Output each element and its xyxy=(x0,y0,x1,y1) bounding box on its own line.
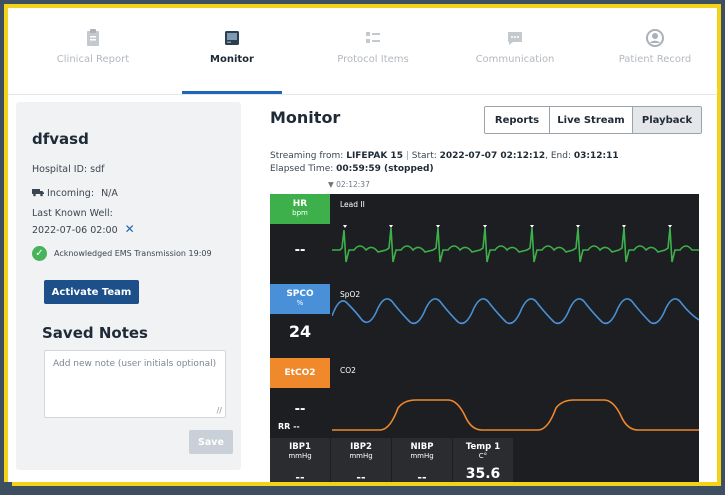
hr-name: HR xyxy=(292,199,308,209)
spco-value: 24 xyxy=(288,321,312,341)
patient-name: dfvasd xyxy=(32,130,89,148)
spo2-waveform xyxy=(332,298,699,325)
last-known-well-label: Last Known Well: xyxy=(32,208,113,219)
start-label: Start: xyxy=(411,151,437,161)
elapsed-time: 00:59:59 (stopped) xyxy=(336,164,434,174)
ibp2-unit: mmHg xyxy=(349,452,373,460)
tab-label: Protocol Items xyxy=(337,54,409,65)
hr-label: HR bpm xyxy=(270,194,330,224)
spco-name: SPCO xyxy=(286,289,314,299)
hr-value: -- xyxy=(294,242,306,258)
clipboard-icon xyxy=(87,29,99,46)
tab-monitor[interactable]: Monitor xyxy=(174,8,290,94)
monitor-display: HR bpm -- Lead II SPCO % 24 SpO2 EtCO2 -… xyxy=(270,194,699,482)
tab-protocol-items[interactable]: Protocol Items xyxy=(318,8,428,94)
playback-button[interactable]: Playback xyxy=(633,107,701,133)
notes-input[interactable]: Add new note (user initials optional) // xyxy=(44,350,226,418)
temp-label: Temp 1 xyxy=(465,442,501,452)
tab-label: Monitor xyxy=(210,54,254,65)
stream-info: Streaming from: LIFEPAK 15 | Start: 2022… xyxy=(270,151,619,174)
ambulance-icon xyxy=(32,189,44,197)
rr-value: RR -- xyxy=(278,422,300,431)
beat-markers xyxy=(343,225,672,228)
etco2-label: EtCO2 xyxy=(270,358,330,388)
ibp2-label: IBP2 xyxy=(350,442,372,452)
resize-handle-icon[interactable]: // xyxy=(217,406,222,415)
parameter-row: IBP1 mmHg -- IBP2 mmHg -- NIBP mmHg -- T… xyxy=(270,438,514,482)
live-stream-button[interactable]: Live Stream xyxy=(550,107,633,133)
saved-notes-title: Saved Notes xyxy=(42,324,148,342)
user-circle-icon xyxy=(646,29,664,47)
close-icon[interactable]: ✕ xyxy=(125,222,135,236)
tab-patient-record[interactable]: Patient Record xyxy=(600,8,710,94)
save-button[interactable]: Save xyxy=(189,430,233,454)
last-known-well-row: 2022-07-06 02:00 ✕ xyxy=(32,222,135,236)
temp-value: 35.6 xyxy=(465,466,501,482)
active-tab-indicator xyxy=(182,91,282,94)
patient-panel: dfvasd Hospital ID: sdf Incoming: N/A La… xyxy=(16,102,241,470)
tab-communication[interactable]: Communication xyxy=(460,8,570,94)
ibp1-label: IBP1 xyxy=(289,442,311,452)
view-toggle: Reports Live Stream Playback xyxy=(484,106,702,134)
tab-label: Communication xyxy=(475,54,555,65)
activate-team-button[interactable]: Activate Team xyxy=(44,280,139,304)
etco2-panel: EtCO2 -- RR -- xyxy=(270,358,330,436)
notes-placeholder: Add new note (user initials optional) xyxy=(53,359,217,369)
spco-panel: SPCO % 24 xyxy=(270,284,330,348)
ibp1-value: -- xyxy=(295,471,305,484)
end-label: End: xyxy=(550,151,571,161)
tab-label: Clinical Report xyxy=(56,54,130,65)
nibp-value: -- xyxy=(417,471,427,484)
start-time: 2022-07-07 02:12:12 xyxy=(439,151,546,161)
nibp-label: NIBP xyxy=(410,442,434,452)
etco2-value: -- xyxy=(294,401,306,417)
incoming-row: Incoming: N/A xyxy=(32,188,118,199)
elapsed-label: Elapsed Time: xyxy=(270,164,334,174)
nibp-cell: NIBP mmHg -- xyxy=(392,438,453,482)
end-time: 03:12:11 xyxy=(573,151,619,161)
chat-icon xyxy=(508,32,522,45)
reports-button[interactable]: Reports xyxy=(485,107,550,133)
ibp2-cell: IBP2 mmHg -- xyxy=(331,438,392,482)
hospital-id: Hospital ID: sdf xyxy=(32,164,105,175)
device-name: LIFEPAK 15 xyxy=(346,151,403,161)
top-nav: Clinical Report Monitor Protocol Items C… xyxy=(8,8,717,95)
check-circle-icon: ✓ xyxy=(32,246,47,261)
hr-panel: HR bpm -- xyxy=(270,194,330,276)
stream-prefix: Streaming from: xyxy=(270,151,344,161)
ack-row: ✓ Acknowledged EMS Transmission 19:09 xyxy=(32,246,212,261)
ibp1-unit: mmHg xyxy=(288,452,312,460)
etco2-name: EtCO2 xyxy=(284,367,316,378)
checklist-icon xyxy=(366,32,380,43)
tab-label: Patient Record xyxy=(618,54,692,65)
incoming-value: N/A xyxy=(101,188,118,199)
playback-marker[interactable]: ▼ 02:12:37 xyxy=(328,180,370,189)
incoming-label: Incoming: xyxy=(47,188,95,199)
ack-text: Acknowledged EMS Transmission 19:09 xyxy=(54,249,212,258)
tab-clinical-report[interactable]: Clinical Report xyxy=(38,8,148,94)
hr-unit: bpm xyxy=(292,209,308,217)
temp-unit: C° xyxy=(478,452,488,460)
background-corner xyxy=(0,482,12,495)
spco-label: SPCO % xyxy=(270,284,330,314)
ibp2-value: -- xyxy=(356,471,366,484)
spco-unit: % xyxy=(296,299,304,307)
nibp-unit: mmHg xyxy=(410,452,434,460)
page-title: Monitor xyxy=(270,108,341,127)
ecg-waveform xyxy=(332,225,699,263)
co2-waveform xyxy=(332,399,699,431)
marker-time: 02:12:37 xyxy=(336,180,370,189)
monitor-icon xyxy=(225,31,239,45)
app-window: Clinical Report Monitor Protocol Items C… xyxy=(4,4,721,486)
ibp1-cell: IBP1 mmHg -- xyxy=(270,438,331,482)
last-known-well-value: 2022-07-06 02:00 xyxy=(32,225,118,236)
temp-cell: Temp 1 C° 35.6 xyxy=(453,438,514,482)
